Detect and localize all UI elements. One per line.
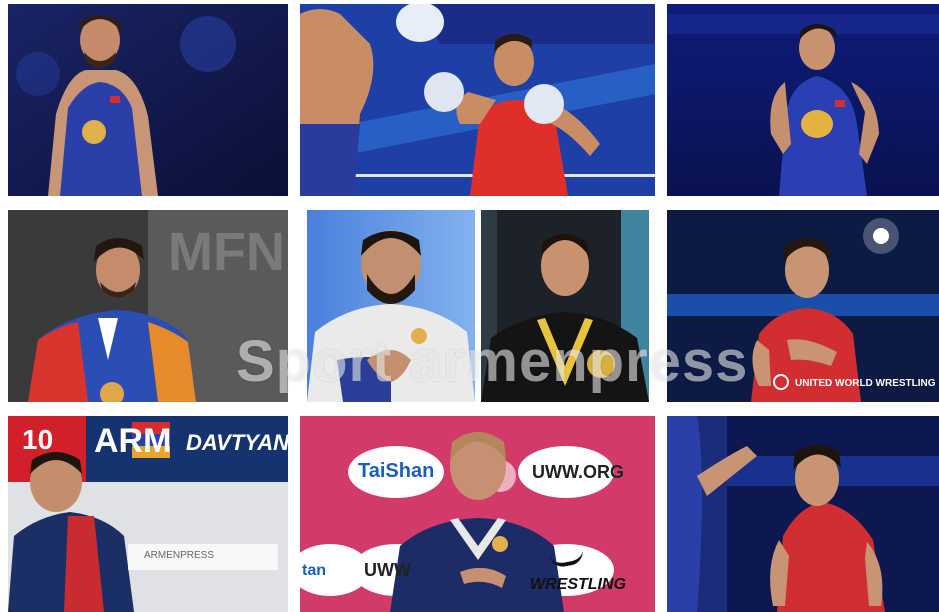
- photo-wrestler-podium-hand-on-heart: TaiShan UWW.ORG UWW WRESTLING tan: [300, 416, 655, 612]
- athlete-name: DAVTYAN Artur: [186, 430, 288, 455]
- country-code: ARM: [94, 422, 172, 460]
- uww-caption: UNITED WORLD WRESTLING: [795, 378, 936, 389]
- photo-wrestler-red-crouching: [667, 416, 939, 612]
- photo-wrestler-blue-hands-on-hips: [667, 4, 939, 196]
- armenpress-logo: ARMENPRESS: [144, 550, 215, 561]
- sponsor-wrestling: WRESTLING: [530, 576, 626, 593]
- sponsor-uww-org: UWW.ORG: [532, 462, 624, 482]
- photo-wrestler-arm-board: 10 ARM DAVTYAN Artur ARMENPRESS: [8, 416, 288, 612]
- photo-boxer-red-punch: [300, 4, 655, 196]
- watermark: Sport armenpress: [236, 329, 749, 394]
- uww-logo-icon: [773, 374, 789, 390]
- sponsor-partial: tan: [302, 562, 326, 579]
- photo-wrestler-blue-arena: [8, 4, 288, 196]
- sponsor-taishan: TaiShan: [358, 460, 435, 482]
- svg-text:MFN: MFN: [168, 222, 285, 282]
- sponsor-uww: UWW: [364, 560, 411, 580]
- bib-number: 10: [22, 424, 54, 455]
